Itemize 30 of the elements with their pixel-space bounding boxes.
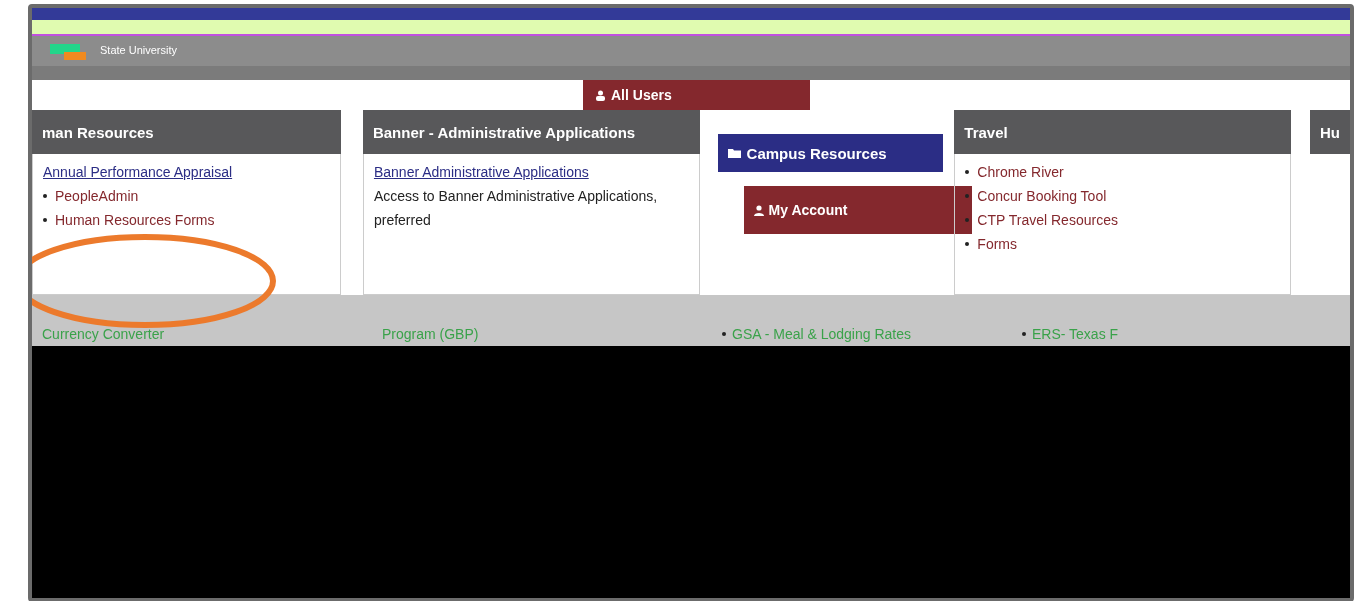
panel-link[interactable]: CTP Travel Resources xyxy=(977,212,1118,228)
panel-link[interactable]: Banner Administrative Applications xyxy=(373,164,589,180)
panel-title: Banner - Administrative Applications xyxy=(372,123,636,141)
bullet-icon xyxy=(965,242,970,246)
panel-title: Hu xyxy=(1320,123,1340,141)
bullet-icon xyxy=(43,218,47,222)
user-icon xyxy=(753,204,764,216)
panel-text: Access to Banner Administrative Applications, xyxy=(373,188,658,204)
bullet-icon xyxy=(1022,332,1026,336)
bullet-icon xyxy=(965,170,970,174)
panel-link[interactable]: PeopleAdmin xyxy=(55,188,139,204)
panel-text: preferred xyxy=(373,212,431,228)
my-account-button[interactable]: My Account xyxy=(743,186,972,234)
panel-link[interactable]: Human Resources Forms xyxy=(55,212,215,228)
panel-link[interactable]: Concur Booking Tool xyxy=(977,188,1107,204)
bullet-icon xyxy=(722,332,726,336)
panel-link[interactable]: Forms xyxy=(977,236,1017,252)
panel-title: man Resources xyxy=(42,123,154,141)
bullet-icon xyxy=(965,218,970,222)
folder-icon xyxy=(727,148,741,158)
bullet-icon xyxy=(965,194,970,198)
all-users-button[interactable]: All Users xyxy=(583,80,810,110)
campus-resources-button[interactable]: Campus Resources xyxy=(717,134,944,172)
bullet-icon xyxy=(43,194,47,198)
users-icon xyxy=(595,89,606,101)
panel-title: Campus Resources xyxy=(746,144,887,162)
panel-link[interactable]: Chrome River xyxy=(977,164,1064,180)
university-name: State University xyxy=(100,44,178,56)
panel-link[interactable]: Annual Performance Appraisal xyxy=(43,164,233,180)
panel-title: Travel xyxy=(964,123,1008,141)
